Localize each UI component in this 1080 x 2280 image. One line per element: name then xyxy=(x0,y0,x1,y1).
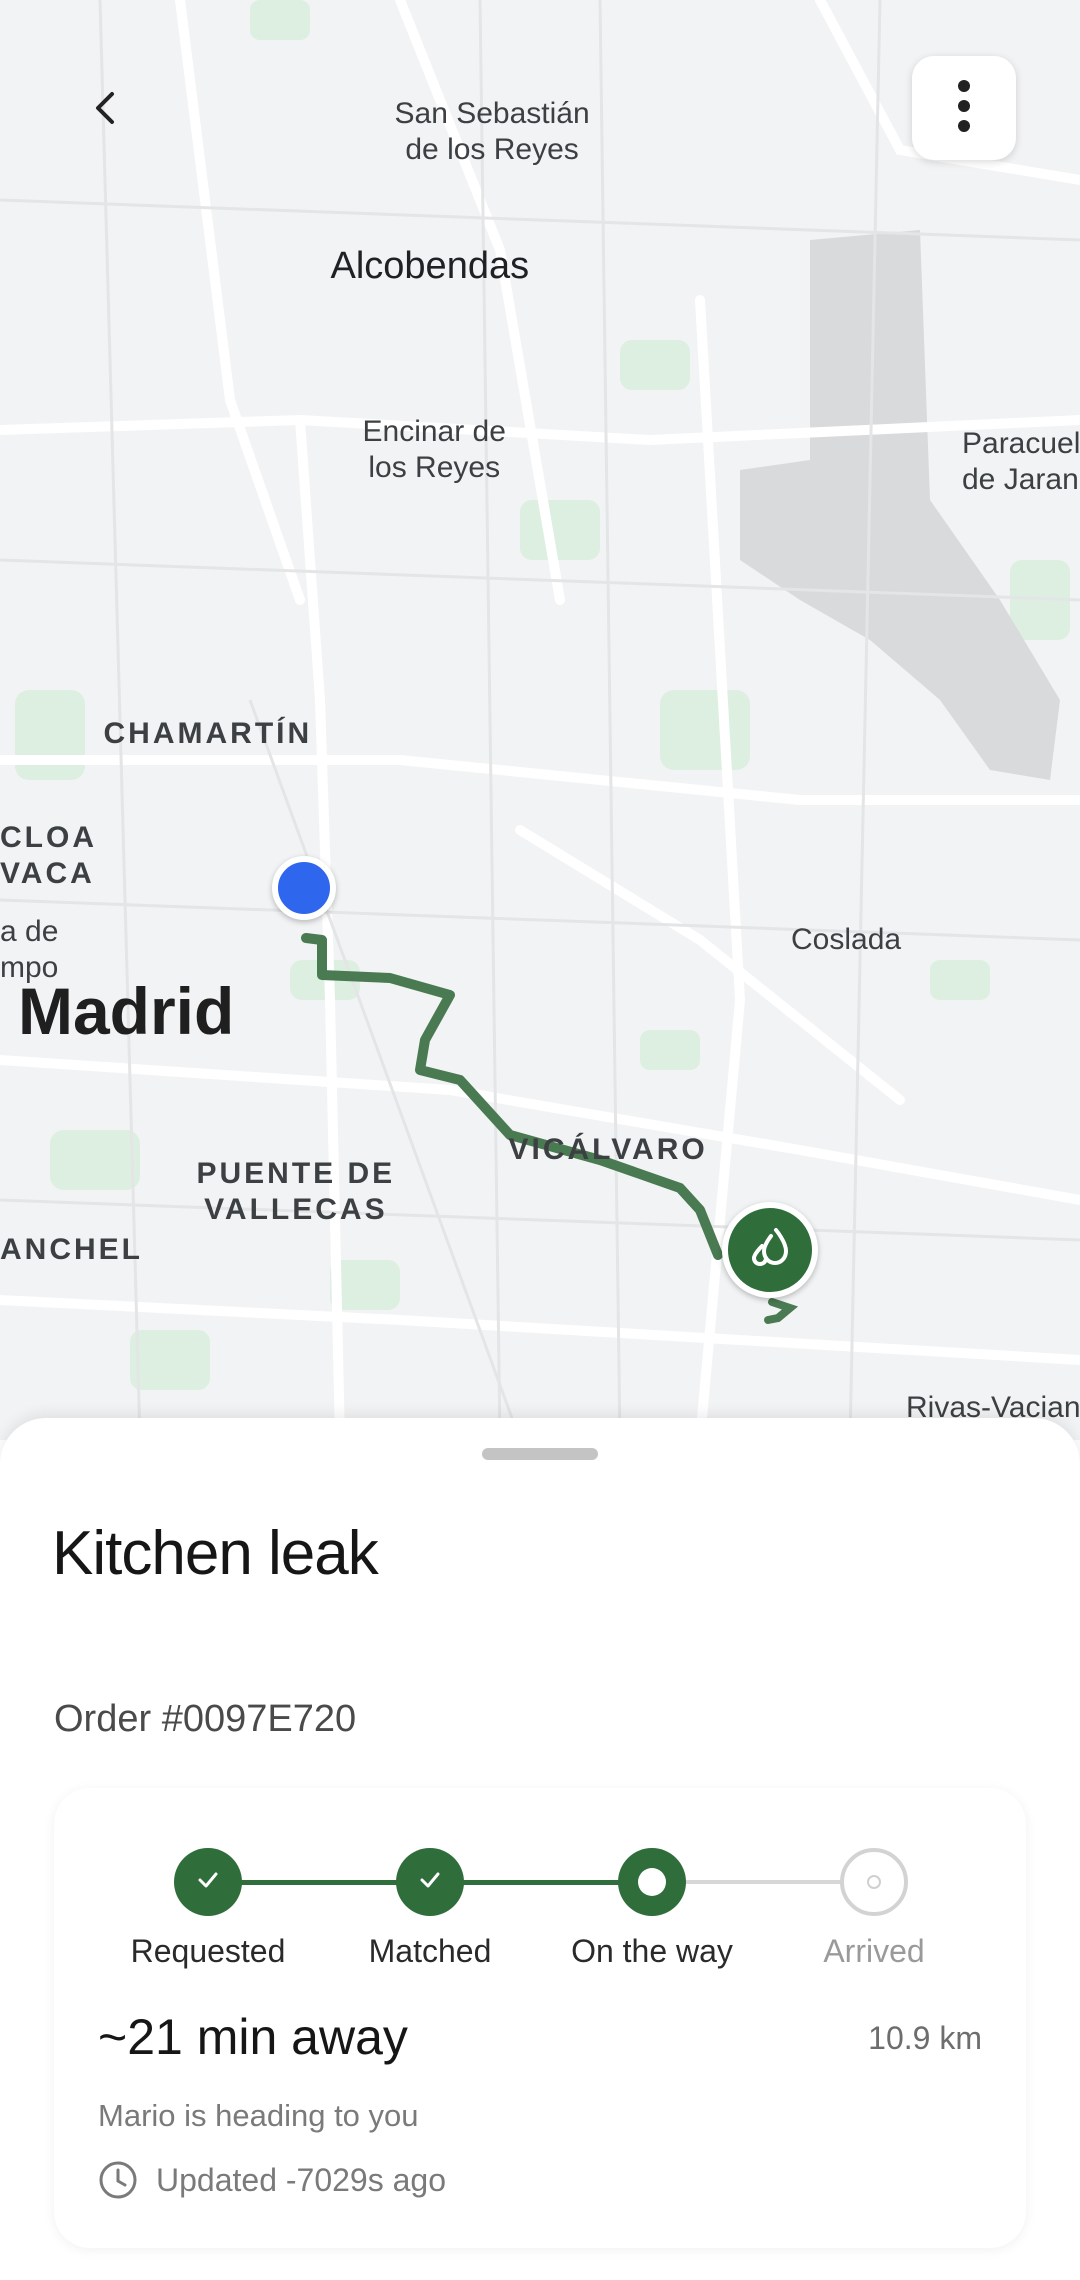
map-label-madrid: Madrid xyxy=(18,974,235,1048)
step-on-the-way-label: On the way xyxy=(571,1933,733,1969)
job-title: Kitchen leak xyxy=(52,1519,379,1588)
step-requested-label: Requested xyxy=(130,1933,286,1969)
pro-location-marker[interactable] xyxy=(722,1202,818,1298)
step-matched-indicator xyxy=(396,1848,464,1916)
sheet-drag-handle[interactable] xyxy=(482,1448,598,1460)
step-arrived-label: Arrived xyxy=(823,1933,925,1969)
order-number: Order #0097E720 xyxy=(54,1698,357,1740)
status-subtitle: Mario is heading to you xyxy=(98,2098,419,2133)
water-drop-icon xyxy=(746,1224,794,1277)
more-vertical-icon xyxy=(954,78,974,139)
map-label-moncloa: CLOA VACA xyxy=(0,821,97,890)
more-options-button[interactable] xyxy=(912,56,1016,160)
map-label-encinar: Encinar de los Reyes xyxy=(362,415,506,484)
eta-text: ~21 min away xyxy=(98,2009,408,2065)
map-label-paracuellos: Paracuel de Jaran xyxy=(962,427,1080,496)
user-location-marker xyxy=(272,856,336,920)
clock-icon xyxy=(98,2160,138,2200)
step-requested-indicator xyxy=(174,1848,242,1916)
distance-text: 10.9 km xyxy=(868,2020,982,2056)
back-button[interactable] xyxy=(66,70,146,150)
step-on-the-way-indicator xyxy=(618,1848,686,1916)
map-label-carabanchel: ANCHEL xyxy=(0,1233,143,1266)
order-bottom-sheet[interactable]: Kitchen leak Order #0097E720 Requested M… xyxy=(0,1418,1080,2280)
map-label-san-sebastian: San Sebastián de los Reyes xyxy=(394,97,590,166)
chevron-left-icon xyxy=(86,88,126,133)
map-label-chamartin: CHAMARTÍN xyxy=(103,717,313,750)
map-label-vicalvaro: VICÁLVARO xyxy=(508,1133,708,1166)
last-updated: Updated -7029s ago xyxy=(98,2160,446,2200)
map-view[interactable]: San Sebastián de los Reyes Alcobendas Enc… xyxy=(0,0,1080,1440)
step-arrived-indicator xyxy=(840,1848,908,1916)
step-matched-label: Matched xyxy=(368,1933,492,1969)
last-updated-text: Updated -7029s ago xyxy=(156,2161,446,2198)
map-label-coslada: Coslada xyxy=(791,923,902,956)
status-card: Requested Matched On the way Arrived ~21… xyxy=(54,1788,1026,2248)
map-label-puente-de-vallecas: PUENTE DE VALLECAS xyxy=(196,1157,396,1226)
check-icon xyxy=(415,1865,445,1900)
map-label-alcobendas: Alcobendas xyxy=(330,245,530,287)
check-icon xyxy=(193,1865,223,1900)
